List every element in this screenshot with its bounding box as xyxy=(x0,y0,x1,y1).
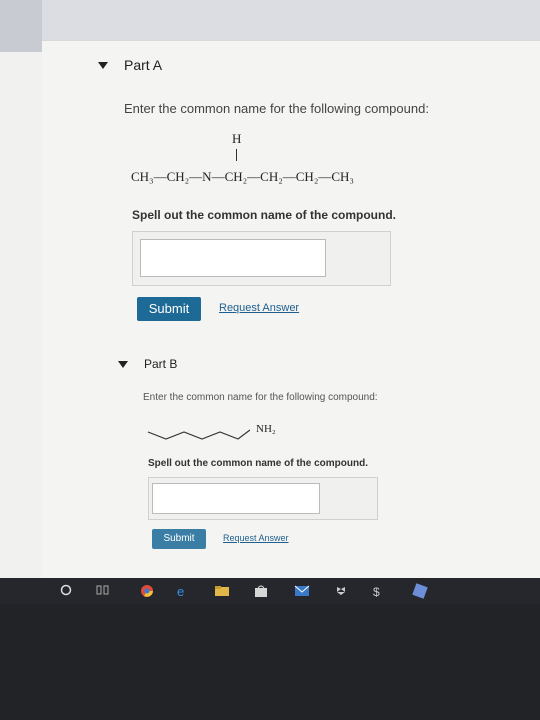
collapse-triangle-icon[interactable] xyxy=(98,61,108,69)
top-left-panel xyxy=(0,0,42,52)
browser-screen: Part A Enter the common name for the fol… xyxy=(0,0,540,578)
part-a-header[interactable]: Part A xyxy=(98,57,162,73)
part-b-amine-group: NH₂ xyxy=(256,423,276,435)
part-a-answer-input[interactable] xyxy=(140,239,326,277)
edge-icon[interactable]: e xyxy=(176,584,190,598)
chrome-icon[interactable] xyxy=(140,584,154,598)
svg-text:e: e xyxy=(177,584,184,598)
part-a-submit-button[interactable]: Submit xyxy=(137,297,201,321)
part-a-title: Part A xyxy=(124,57,163,73)
slack-icon[interactable] xyxy=(412,583,428,599)
part-b-submit-button[interactable]: Submit xyxy=(152,529,206,549)
part-a-request-answer-link[interactable]: Request Answer xyxy=(219,302,299,314)
part-a-instruction: Spell out the common name of the compoun… xyxy=(132,208,397,222)
dropbox-icon[interactable] xyxy=(334,584,348,598)
part-b-header[interactable]: Part B xyxy=(118,357,177,371)
part-b-zigzag-structure xyxy=(147,429,250,440)
collapse-triangle-icon[interactable] xyxy=(118,360,128,368)
start-icon[interactable] xyxy=(60,584,72,596)
part-a-prompt: Enter the common name for the following … xyxy=(124,101,429,116)
top-strip xyxy=(0,0,540,40)
taskbar xyxy=(0,578,540,604)
mail-icon[interactable] xyxy=(294,585,310,597)
task-view-icon[interactable] xyxy=(96,584,110,596)
file-explorer-icon[interactable] xyxy=(214,585,230,597)
part-b-answer-input[interactable] xyxy=(152,483,320,514)
part-b-instruction: Spell out the common name of the compoun… xyxy=(148,458,369,469)
part-b-prompt: Enter the common name for the following … xyxy=(143,392,378,403)
part-b-request-answer-link[interactable]: Request Answer xyxy=(223,533,289,543)
svg-text:$: $ xyxy=(373,585,380,598)
part-a-nh-bond xyxy=(236,149,237,161)
part-b-title: Part B xyxy=(144,357,178,371)
part-a-formula: CH₃—CH₂—N—CH₂—CH₂—CH₂—CH₃ xyxy=(131,169,354,184)
monitor-bezel xyxy=(0,604,540,720)
part-a-hydrogen-label: H xyxy=(232,131,242,146)
store-icon[interactable] xyxy=(254,584,268,598)
app-icon[interactable]: $ xyxy=(372,584,384,598)
